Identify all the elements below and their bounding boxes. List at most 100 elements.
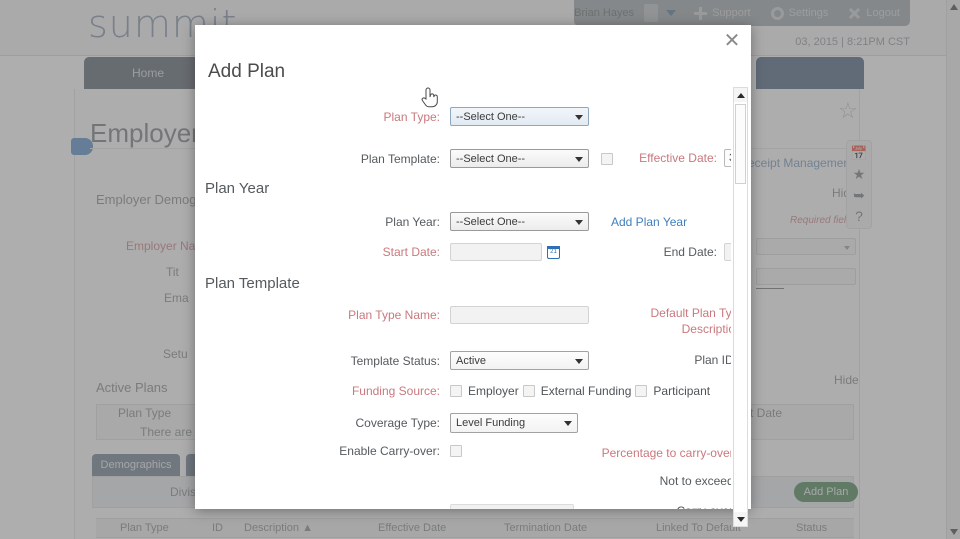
field-funding-source: Funding Source: Employer External Fundin…	[195, 384, 710, 398]
chevron-down-icon	[844, 246, 850, 250]
modal-scrollbar[interactable]	[733, 87, 748, 527]
calendar-icon[interactable]	[547, 245, 560, 259]
field-start-date: Start Date:	[195, 243, 560, 261]
label-not-to-exceed: Not to exceed:	[659, 474, 731, 488]
support-label: Support	[712, 7, 751, 19]
field-end-date: End Date:	[625, 243, 731, 261]
scroll-down-icon[interactable]	[950, 529, 958, 535]
link-receipt-management[interactable]: eceipt Management	[748, 156, 853, 170]
carryover-upon-termination-label: Carry-over upon Termination	[676, 504, 731, 509]
label-funding-source: Funding Source:	[351, 384, 440, 398]
active-plans-hide-link[interactable]: Hide	[834, 373, 859, 387]
start-date-input[interactable]	[450, 243, 542, 261]
add-user-icon[interactable]: ➥	[853, 188, 865, 202]
settings-button[interactable]: Settings	[761, 0, 839, 26]
help-icon[interactable]: ?	[855, 209, 863, 223]
bg-input-right-2[interactable]	[756, 268, 856, 285]
field-plan-type: Plan Type: --Select One--	[195, 107, 635, 126]
effective-date-input[interactable]: 3/3/2015	[724, 149, 731, 167]
field-plan-year: Plan Year: --Select One-- Add Plan Year	[195, 212, 687, 231]
label-setup: Setu	[163, 347, 188, 361]
bg-select-right-1[interactable]	[756, 238, 856, 255]
support-button[interactable]: Support	[684, 0, 761, 26]
funding-source-employer-checkbox[interactable]	[450, 385, 462, 397]
plan-type-name-input[interactable]	[450, 306, 589, 324]
target-plan-select[interactable]	[450, 504, 574, 509]
add-plan-year-link[interactable]: Add Plan Year	[611, 215, 687, 229]
funding-source-external-checkbox[interactable]	[522, 385, 535, 397]
add-plan-modal: ✕ Add Plan Plan Type: --Select One-- Pla…	[195, 25, 751, 527]
field-plan-id: Plan ID:	[625, 351, 731, 369]
label-default-plan-type-line1: Default Plan Type	[650, 306, 731, 320]
th-linked-to-default[interactable]: Linked To Default	[656, 522, 741, 534]
chevron-up-icon	[736, 92, 745, 98]
modal-body: Plan Type: --Select One-- Plan Template:…	[195, 87, 731, 509]
bg-underline	[756, 288, 784, 289]
label-plan-type-name: Plan Type Name:	[348, 308, 440, 322]
field-not-to-exceed: Not to exceed:	[550, 472, 731, 490]
template-status-select[interactable]: Active	[450, 351, 589, 370]
th-id[interactable]: ID	[212, 522, 223, 534]
logout-button[interactable]: Logout	[838, 0, 910, 26]
label-enable-carryover: Enable Carry-over:	[339, 444, 440, 458]
funding-source-participant-checkbox[interactable]	[635, 385, 648, 397]
th-description[interactable]: Description ▲	[244, 522, 313, 534]
th-termination-date[interactable]: Termination Date	[504, 522, 587, 534]
field-carryover-upon-termination: Carry-over upon Termination	[663, 504, 731, 509]
support-icon	[694, 6, 708, 20]
scrollbar-thumb[interactable]	[735, 104, 746, 184]
user-bar: Brian Hayes Support Settings Logout	[574, 0, 910, 26]
plan-type-select[interactable]: --Select One--	[450, 107, 589, 126]
field-effective-date: Effective Date: 3/3/2015	[625, 149, 731, 167]
app-root: summit Brian Hayes Support Settings Logo…	[0, 0, 960, 539]
close-icon[interactable]: ✕	[721, 30, 743, 52]
scroll-down-button[interactable]	[734, 512, 747, 526]
active-plans-col-plan-type: Plan Type	[118, 406, 172, 420]
label-start-date: Start Date:	[382, 245, 440, 259]
label-template-status: Template Status:	[350, 353, 440, 368]
chevron-down-icon	[575, 358, 583, 364]
star-icon[interactable]: ★	[853, 167, 866, 181]
label-effective-date: Effective Date:	[639, 151, 717, 165]
logout-icon	[848, 7, 861, 20]
calendar-icon[interactable]: 📅	[850, 146, 867, 160]
scroll-up-button[interactable]	[734, 88, 747, 102]
funding-source-participant-label: Participant	[653, 384, 711, 398]
field-template-status: Template Status: Active	[195, 351, 589, 370]
plan-template-select[interactable]: --Select One--	[450, 149, 589, 168]
side-tool-tabs: 📅 ★ ➥ ?	[846, 140, 872, 229]
nav-tab-secondary[interactable]	[756, 57, 864, 89]
label-plan-year: Plan Year:	[385, 214, 440, 229]
th-status[interactable]: Status	[796, 522, 827, 534]
label-end-date: End Date:	[663, 245, 717, 259]
plan-year-select[interactable]: --Select One--	[450, 212, 589, 231]
field-enable-carryover: Enable Carry-over:	[195, 444, 462, 458]
chevron-down-icon	[575, 114, 583, 120]
th-plan-type[interactable]: Plan Type	[120, 522, 169, 534]
funding-source-external-label: External Funding	[540, 384, 632, 398]
chevron-down-icon	[736, 516, 745, 522]
plan-type-value: --Select One--	[456, 110, 526, 123]
plan-template-checkbox[interactable]	[601, 152, 613, 165]
tab-demographics[interactable]: Demographics	[92, 454, 180, 476]
template-status-value: Active	[456, 354, 486, 367]
add-plan-button[interactable]: Add Plan	[794, 482, 858, 502]
chevron-down-icon[interactable]	[666, 10, 677, 16]
scroll-up-icon[interactable]	[950, 4, 958, 10]
page-scrollbar[interactable]	[946, 0, 960, 539]
field-target-plan: Target Plan:	[195, 504, 574, 509]
settings-label: Settings	[788, 7, 829, 19]
favorite-star-icon[interactable]: ☆	[838, 98, 858, 124]
avatar	[644, 4, 659, 22]
date-stamp: 03, 2015 | 8:21PM CST	[795, 36, 910, 48]
end-date-input[interactable]	[724, 243, 731, 261]
logout-label: Logout	[866, 7, 900, 19]
active-plans-header: Active Plans	[96, 380, 168, 395]
section-employer-demographics: Employer Demogr	[96, 192, 201, 207]
enable-carryover-checkbox[interactable]	[450, 445, 462, 457]
nav-tab-home[interactable]: Home	[84, 57, 212, 89]
label-target-plan: Target Plan:	[195, 507, 440, 510]
coverage-type-select[interactable]: Level Funding	[450, 413, 578, 433]
chevron-down-icon	[564, 421, 572, 426]
th-effective-date[interactable]: Effective Date	[378, 522, 446, 534]
